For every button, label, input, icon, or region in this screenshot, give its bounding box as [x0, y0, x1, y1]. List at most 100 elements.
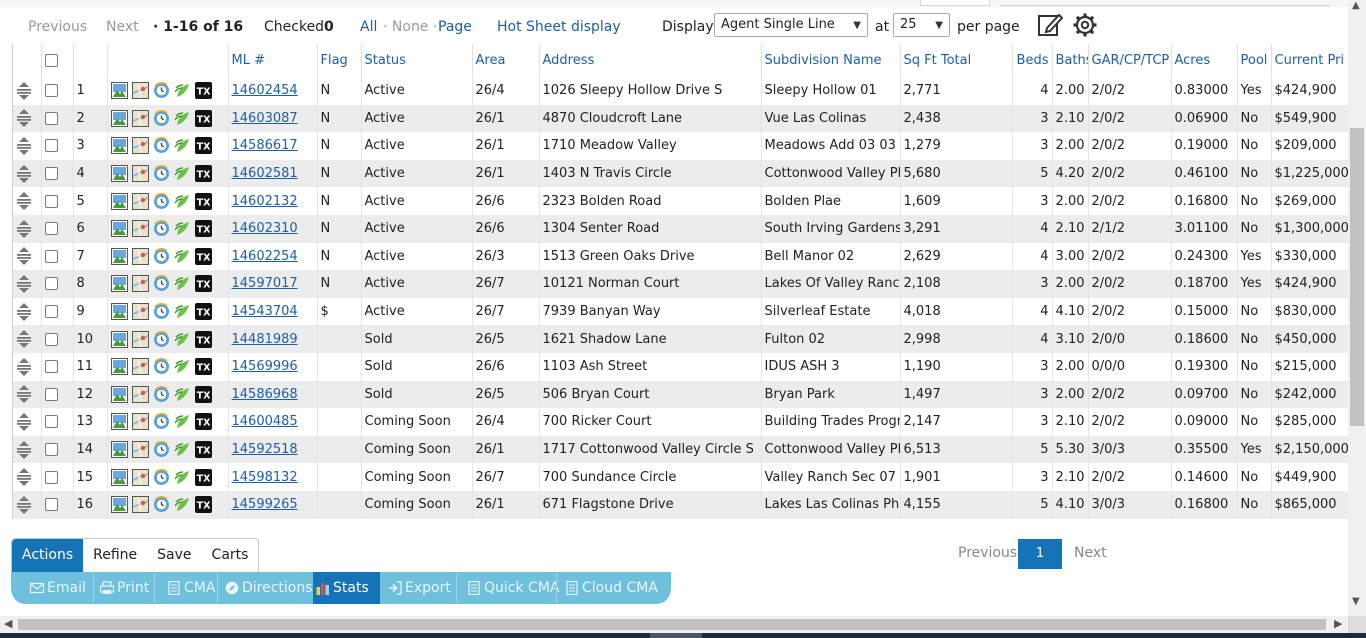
photo-icon[interactable] [110, 385, 128, 403]
table-row[interactable]: 2 TX 14603087 N Active 26/1 4870 Cloudcroft La… [13, 104, 1348, 133]
tx-icon[interactable]: TX [194, 275, 212, 293]
tx-icon[interactable]: TX [194, 137, 212, 155]
leaf-icon[interactable] [173, 441, 191, 458]
photo-icon[interactable] [110, 165, 128, 183]
drag-handle-icon[interactable] [16, 164, 32, 183]
select-page-link[interactable]: Page [438, 18, 472, 36]
table-row[interactable]: 3 TX 14586617 N Active 26/1 1710 Meadow Valley… [13, 132, 1348, 160]
select-all-checkbox[interactable] [44, 54, 58, 67]
drag-handle-icon[interactable] [16, 468, 32, 487]
tx-icon[interactable]: TX [194, 303, 212, 321]
leaf-icon[interactable] [173, 386, 191, 403]
history-icon[interactable] [153, 330, 170, 348]
row-checkbox[interactable] [44, 84, 58, 98]
column-beds[interactable]: Beds [1012, 44, 1053, 77]
leaf-icon[interactable] [173, 331, 191, 348]
mls-link[interactable]: 14598132 [232, 470, 298, 485]
mls-link[interactable]: 14569996 [232, 359, 298, 374]
leaf-icon[interactable] [173, 496, 191, 513]
photo-icon[interactable] [110, 247, 128, 265]
column-baths[interactable]: Baths [1052, 44, 1089, 77]
row-checkbox[interactable] [44, 277, 58, 291]
map-icon[interactable] [131, 496, 149, 514]
email-button[interactable]: Email [27, 572, 86, 604]
tx-icon[interactable]: TX [194, 330, 212, 348]
row-checkbox[interactable] [44, 249, 58, 263]
leaf-icon[interactable] [173, 137, 191, 154]
leaf-icon[interactable] [173, 413, 191, 430]
tab-carts[interactable]: Carts [202, 539, 259, 572]
photo-icon[interactable] [110, 192, 128, 210]
cma-button[interactable]: CMA [164, 572, 215, 604]
leaf-icon[interactable] [173, 110, 191, 127]
display-select[interactable]: Agent Single Line ▼ [714, 13, 868, 37]
drag-handle-icon[interactable] [16, 247, 32, 266]
mls-link[interactable]: 14481989 [232, 332, 298, 347]
table-row[interactable]: 6 TX 14602310 N Active 26/6 1304 Senter Road So… [13, 214, 1348, 243]
row-checkbox[interactable] [44, 470, 58, 484]
tx-icon[interactable]: TX [194, 109, 212, 127]
mls-link[interactable]: 14602454 [232, 83, 298, 98]
photo-icon[interactable] [110, 358, 128, 376]
tx-icon[interactable]: TX [194, 468, 212, 486]
photo-icon[interactable] [110, 303, 128, 321]
table-row[interactable]: 1 TX 14602454 N Active 26/4 1026 Sleepy Hollow… [13, 77, 1348, 105]
drag-handle-icon[interactable] [16, 385, 32, 404]
pager-current-page[interactable]: 1 [1018, 539, 1062, 569]
tx-icon[interactable]: TX [194, 358, 212, 376]
column-flag[interactable]: Flag [317, 44, 362, 77]
row-checkbox[interactable] [44, 222, 58, 236]
history-icon[interactable] [153, 82, 170, 99]
mls-link[interactable]: 14592518 [232, 442, 298, 457]
table-row[interactable]: 8 TX 14597017 N Active 26/7 10121 Norman Court… [13, 270, 1348, 298]
row-checkbox[interactable] [44, 111, 58, 125]
tab-actions[interactable]: Actions [12, 539, 84, 572]
row-checkbox[interactable] [44, 139, 58, 153]
scroll-up-icon[interactable]: ▲ [1352, 0, 1360, 11]
history-icon[interactable] [153, 358, 170, 375]
leaf-icon[interactable] [173, 82, 191, 99]
photo-icon[interactable] [110, 441, 128, 459]
mls-link[interactable]: 14599265 [232, 497, 298, 512]
photo-icon[interactable] [110, 220, 128, 238]
table-row[interactable]: 16 TX 14599265 Coming Soon 26/1 671 Flagstone… [13, 490, 1348, 519]
drag-handle-icon[interactable] [16, 81, 32, 100]
map-icon[interactable] [131, 192, 149, 210]
row-checkbox[interactable] [44, 387, 58, 401]
row-checkbox[interactable] [44, 415, 58, 429]
mls-link[interactable]: 14600485 [232, 414, 298, 429]
map-icon[interactable] [131, 220, 149, 238]
column-garage[interactable]: GAR/CP/TCP [1088, 44, 1172, 77]
next-link[interactable]: Next [106, 18, 139, 36]
map-icon[interactable] [131, 109, 149, 127]
leaf-icon[interactable] [173, 193, 191, 210]
leaf-icon[interactable] [173, 165, 191, 182]
select-all-link[interactable]: All [360, 18, 377, 36]
per-page-select[interactable]: 25 ▼ [893, 13, 950, 37]
row-checkbox[interactable] [44, 305, 58, 319]
row-checkbox[interactable] [44, 332, 58, 346]
mls-link[interactable]: 14597017 [232, 276, 298, 291]
mls-link[interactable]: 14602581 [232, 166, 298, 181]
map-icon[interactable] [131, 165, 149, 183]
leaf-icon[interactable] [173, 358, 191, 375]
photo-icon[interactable] [110, 82, 128, 100]
stats-button[interactable]: Stats [313, 572, 380, 604]
photo-icon[interactable] [110, 413, 128, 431]
vertical-scrollbar[interactable]: ▲ ▼ [1348, 0, 1366, 616]
horizontal-scrollbar[interactable]: ◀ ▶ [0, 616, 1348, 633]
row-checkbox[interactable] [44, 498, 58, 512]
column-area[interactable]: Area [472, 44, 540, 77]
drag-handle-icon[interactable] [16, 274, 32, 293]
history-icon[interactable] [153, 109, 170, 127]
vertical-scroll-thumb[interactable] [1350, 128, 1364, 426]
leaf-icon[interactable] [173, 275, 191, 292]
table-row[interactable]: 9 TX 14543704 $ Active 26/7 7939 Banyan Way Sil… [13, 297, 1348, 326]
drag-handle-icon[interactable] [16, 330, 32, 349]
table-row[interactable]: 4 TX 14602581 N Active 26/1 1403 N Travis Circ… [13, 159, 1348, 188]
drag-handle-icon[interactable] [16, 412, 32, 431]
tab-save[interactable]: Save [147, 539, 201, 572]
photo-icon[interactable] [110, 109, 128, 127]
column-status[interactable]: Status [361, 44, 473, 77]
history-icon[interactable] [153, 275, 170, 292]
